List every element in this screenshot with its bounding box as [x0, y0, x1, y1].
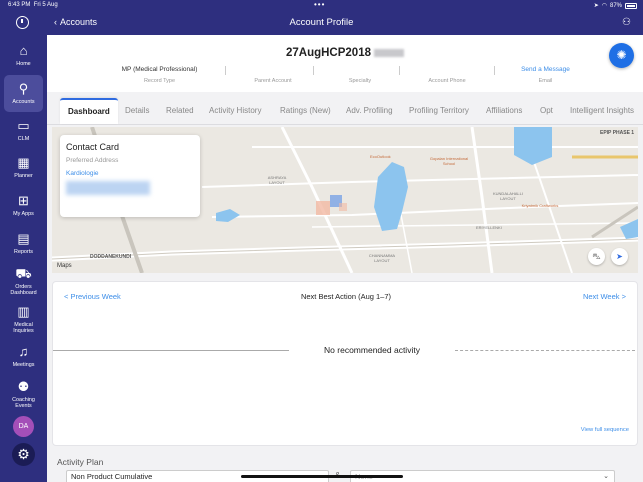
reports-icon: ▤ — [17, 231, 30, 246]
accounts-icon: ⚲ — [18, 81, 29, 96]
map-label-gopalan: Gopalan International School — [429, 156, 469, 166]
tab-activity-history[interactable]: Activity History — [209, 98, 261, 124]
next-week-button[interactable]: Next Week > — [583, 292, 626, 301]
car-directions-icon[interactable]: ⛍ — [588, 248, 605, 265]
map-label-ashraya: ASHRAYA LAYOUT — [267, 175, 287, 185]
profile-tabs: Dashboard Details Related Activity Histo… — [47, 98, 643, 125]
sidebar-item-my-apps[interactable]: ⊞ My Apps — [4, 194, 43, 218]
multitasking-dots-icon[interactable]: ••• — [314, 0, 325, 9]
tab-affiliations[interactable]: Affiliations — [486, 98, 522, 124]
activity-plan-label: Activity Plan — [57, 457, 104, 467]
previous-week-button[interactable]: < Previous Week — [64, 292, 121, 301]
home-icon: ⌂ — [19, 43, 28, 58]
profile-header: 27AugHCP2018 ✺ MP (Medical Professional)… — [47, 35, 643, 92]
empty-state-text: No recommended activity — [324, 345, 420, 355]
sidebar-item-planner[interactable]: ▦ Planner — [4, 156, 43, 180]
back-label: Accounts — [60, 17, 98, 27]
people-icon: ⚉ — [17, 379, 30, 394]
locate-arrow-icon[interactable]: ➤ — [611, 248, 628, 265]
sidebar-item-medical-inquiries[interactable]: ▥ Medical Inquiries — [4, 305, 43, 335]
top-nav-bar: 6:43 PM Fri 5 Aug ••• ➤ ◠ 87% ‹ Accounts… — [0, 0, 643, 35]
tab-dashboard[interactable]: Dashboard — [60, 98, 118, 124]
map-label-eriyellenki: ERIYELLENKI — [476, 225, 502, 230]
sidebar: ⌂ Home ⚲ Accounts ▭ CLM ▦ Planner ⊞ My A… — [0, 11, 47, 482]
battery-icon — [625, 2, 637, 9]
contact-card-title: Contact Card — [66, 142, 120, 152]
map-label-epip: EPIP PHASE 1 — [600, 130, 635, 136]
map-label-doddanekundi: DODDANEKUNDI — [90, 254, 132, 260]
sidebar-item-accounts[interactable]: ⚲ Accounts — [4, 75, 43, 112]
nba-title: Next Best Action (Aug 1–7) — [300, 292, 392, 301]
redacted-address — [66, 181, 150, 195]
back-button[interactable]: ‹ Accounts — [54, 17, 97, 27]
chevron-right-icon: > — [621, 292, 626, 301]
divider — [494, 66, 495, 75]
hierarchy-icon[interactable]: ⚇ — [622, 17, 631, 28]
tab-profiling-territory[interactable]: Profiling Territory — [409, 98, 469, 124]
divider — [313, 66, 314, 75]
divider — [225, 66, 226, 75]
map-label-kriyatmik: Kriyatmik Craftworks — [521, 203, 559, 208]
chevron-left-icon: ‹ — [54, 17, 57, 27]
sidebar-item-home[interactable]: ⌂ Home — [4, 44, 43, 68]
status-bar: 6:43 PM Fri 5 Aug ••• ➤ ◠ 87% — [0, 0, 643, 11]
settings-gear-icon[interactable]: ⚙ — [12, 443, 35, 466]
chevron-left-icon: < — [64, 292, 69, 301]
tab-details[interactable]: Details — [125, 98, 149, 124]
account-name: 27AugHCP2018 — [47, 47, 643, 59]
avatar[interactable]: DA — [13, 416, 34, 437]
actions-fab-button[interactable]: ✺ — [609, 43, 634, 68]
microphone-icon: ♫ — [18, 344, 29, 359]
location-icon: ➤ — [593, 3, 599, 9]
home-indicator[interactable] — [241, 475, 403, 478]
wifi-icon: ◠ — [601, 3, 607, 9]
contact-card-link[interactable]: Kardiologie — [66, 170, 99, 177]
clock-icon[interactable] — [16, 16, 29, 29]
document-icon: ▥ — [17, 304, 30, 319]
tab-opt[interactable]: Opt — [540, 98, 553, 124]
sidebar-item-clm[interactable]: ▭ CLM — [4, 119, 43, 143]
status-indicators: ➤ ◠ 87% — [594, 2, 637, 9]
chevron-down-icon: ⌄ — [603, 473, 609, 480]
sidebar-item-meetings[interactable]: ♫ Meetings — [4, 345, 43, 369]
battery-percent: 87% — [609, 2, 622, 9]
redacted-text — [374, 48, 404, 57]
contact-card-subtitle: Preferred Address — [66, 157, 119, 164]
view-full-sequence-link[interactable]: View full sequence — [581, 427, 629, 433]
maps-credit: Maps — [57, 263, 72, 269]
next-best-action-panel: < Previous Week Next Best Action (Aug 1–… — [52, 281, 638, 446]
contact-card: Contact Card Preferred Address Kardiolog… — [60, 135, 200, 217]
send-message-link[interactable]: Send a Message — [497, 66, 594, 75]
sidebar-item-coaching-events[interactable]: ⚉ Coaching Events — [4, 380, 43, 410]
tab-adv-profiling[interactable]: Adv. Profiling — [346, 98, 393, 124]
tab-intelligent-insights[interactable]: Intelligent Insights — [570, 98, 634, 124]
status-time: 6:43 PM Fri 5 Aug — [8, 2, 58, 8]
map-label-channamma: CHANNAMMA LAYOUT — [368, 253, 396, 263]
meta-specialty: Specialty — [348, 78, 372, 84]
map-label-ecoutlook: EcoOutlook — [370, 154, 391, 159]
meta-parent-account: Parent Account — [254, 78, 292, 84]
meta-record-type: MP (Medical Professional) Record Type — [121, 66, 198, 84]
cart-icon: ⛟ — [15, 266, 32, 281]
sidebar-item-orders-dashboard[interactable]: ⛟ Orders Dashboard — [4, 267, 43, 297]
tab-ratings[interactable]: Ratings (New) — [280, 98, 331, 124]
sidebar-item-reports[interactable]: ▤ Reports — [4, 232, 43, 256]
map-label-kundalahalli: KUNDALAHALLI LAYOUT — [492, 191, 523, 201]
meta-email: Send a Message Email — [497, 66, 594, 84]
meta-account-phone: Account Phone — [428, 78, 466, 84]
calendar-icon: ▦ — [17, 155, 30, 170]
timeline-dashed-line — [455, 350, 635, 351]
timeline-solid-line — [53, 350, 289, 351]
divider — [399, 66, 400, 75]
apps-icon: ⊞ — [18, 193, 29, 208]
clm-icon: ▭ — [17, 118, 30, 133]
tab-related[interactable]: Related — [166, 98, 194, 124]
